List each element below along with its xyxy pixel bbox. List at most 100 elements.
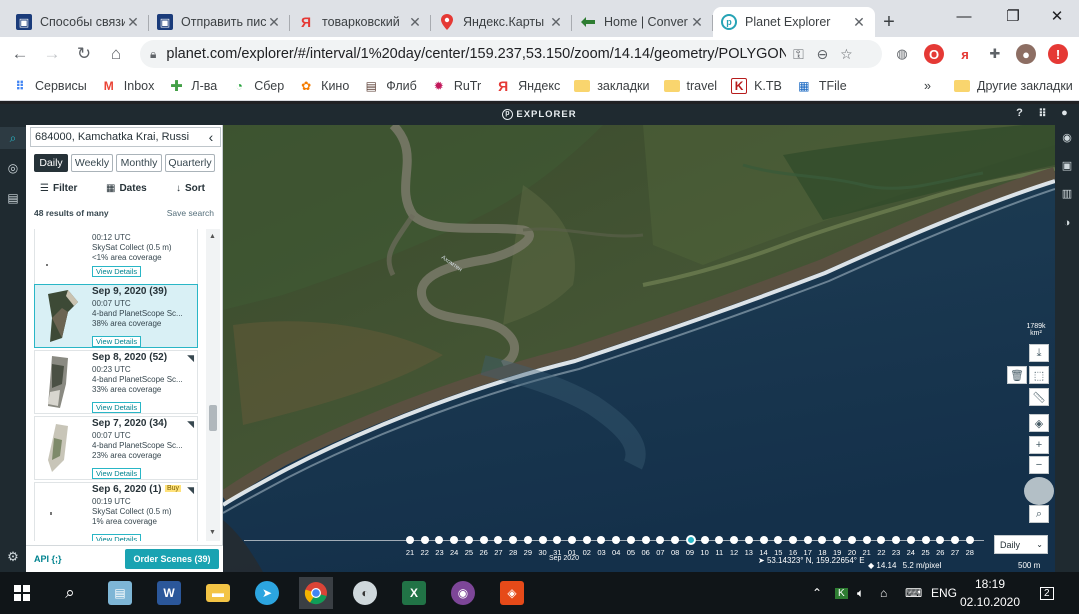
interval-weekly[interactable]: Weekly <box>71 154 113 172</box>
satellite-icon[interactable]: ◐ <box>348 577 382 609</box>
forward-icon[interactable]: → <box>36 39 68 69</box>
scroll-down-icon[interactable]: ▼ <box>209 529 216 536</box>
timeline-day-dot[interactable] <box>818 536 827 544</box>
timeline-day-dot[interactable] <box>641 536 650 544</box>
timeline-day-dot[interactable] <box>406 536 414 544</box>
result-card[interactable]: Sep 8, 2020 (52) ◥ 00:23 UTC 4-band Plan… <box>34 350 198 414</box>
compare-icon[interactable]: ▣ <box>1060 159 1074 173</box>
zoom-out-button[interactable]: − <box>1029 456 1049 474</box>
close-tab-icon[interactable]: ✕ <box>548 14 564 31</box>
reload-icon[interactable]: ↻ <box>68 39 100 69</box>
saved-icon[interactable]: ▤ <box>5 191 21 207</box>
browser-tab[interactable]: Яндекс.Карты ✕ <box>431 7 572 37</box>
apps-icon[interactable]: ⠿ <box>1036 107 1050 121</box>
close-window-button[interactable]: ✕ <box>1034 0 1079 32</box>
avatar[interactable]: ● <box>1016 44 1036 64</box>
windows-start-icon[interactable] <box>5 577 39 609</box>
timeline-day-dot[interactable] <box>774 536 783 544</box>
clock[interactable]: 18:19 02.10.2020 <box>958 575 1022 611</box>
delete-icon[interactable]: 🗑︎ <box>1007 366 1027 384</box>
update-icon[interactable]: ! <box>1048 44 1068 64</box>
yandex-ext-icon[interactable]: я <box>955 44 975 64</box>
bookmark[interactable]: K K.TB <box>731 77 782 94</box>
timeline-day-dot[interactable] <box>582 536 591 544</box>
timeline-day-dot[interactable] <box>553 536 562 544</box>
browser-tab[interactable]: ▣ Отправить пис ✕ <box>149 7 290 37</box>
timeline-day-dot[interactable] <box>951 536 959 544</box>
bookmark[interactable]: ⠿ Сервисы <box>12 78 86 94</box>
order-scenes-button[interactable]: Order Scenes (39) <box>125 549 219 569</box>
back-icon[interactable]: ← <box>4 39 36 69</box>
word-icon[interactable]: W <box>152 577 186 609</box>
timeline-day-dot[interactable] <box>936 536 945 544</box>
bookmark[interactable]: ▦ TFile <box>796 78 846 94</box>
interval-select[interactable]: Daily ⌄ <box>994 535 1048 554</box>
help-icon[interactable]: ? <box>1013 107 1027 121</box>
timeline-day-dot[interactable] <box>464 536 473 544</box>
key-icon[interactable]: ⚿ <box>786 42 810 66</box>
close-tab-icon[interactable]: ✕ <box>407 14 423 31</box>
filter-button[interactable]: ☰ Filter <box>40 183 77 194</box>
settings-gear-icon[interactable]: ⚙ <box>6 549 20 564</box>
timeline-day-dot[interactable] <box>921 536 930 544</box>
scroll-up-icon[interactable]: ▲ <box>209 233 216 240</box>
excel-icon[interactable]: X <box>397 577 431 609</box>
timeline-day-dot[interactable] <box>700 536 709 544</box>
save-search-link[interactable]: Save search <box>167 208 214 218</box>
tray-app-icon[interactable]: K <box>835 572 848 614</box>
result-card[interactable]: 00:12 UTC SkySat Collect (0.5 m) <1% are… <box>34 229 198 291</box>
timeline-day-dot[interactable] <box>597 536 606 544</box>
result-card[interactable]: Sep 6, 2020 (1) Buy ◥ 00:19 UTC SkySat C… <box>34 482 198 541</box>
result-card[interactable]: Sep 7, 2020 (34) ◥ 00:07 UTC 4-band Plan… <box>34 416 198 480</box>
timeline-day-dot[interactable] <box>509 536 518 544</box>
timeline-day-dot[interactable] <box>420 536 429 544</box>
chart-icon[interactable]: ▥ <box>1060 187 1074 201</box>
contrast-icon[interactable]: ◑ <box>1060 217 1074 231</box>
results-scrollbar[interactable]: ▲ ▼ <box>206 229 220 541</box>
close-tab-icon[interactable]: ✕ <box>851 14 867 31</box>
eye-icon[interactable]: ◉ <box>1060 131 1074 145</box>
timeline-day-dot[interactable] <box>568 536 577 544</box>
zoom-in-button[interactable]: + <box>1029 436 1049 454</box>
timeline-day-dot[interactable] <box>862 536 871 544</box>
scrollbar-thumb[interactable] <box>209 405 217 431</box>
interval-monthly[interactable]: Monthly <box>116 154 162 172</box>
download-icon[interactable]: ⤓ <box>1029 344 1049 362</box>
notifications-icon[interactable]: 2 <box>1040 572 1054 614</box>
timeline-day-dot[interactable] <box>523 536 532 544</box>
view-details-button[interactable]: View Details <box>92 468 142 479</box>
user-icon[interactable]: ● <box>1058 107 1072 121</box>
timeline-day-dot[interactable] <box>494 536 503 544</box>
interval-quarterly[interactable]: Quarterly <box>165 154 215 172</box>
timeline-day-dot[interactable] <box>744 536 753 544</box>
interval-daily[interactable]: Daily <box>34 154 68 172</box>
timeline-day-dot[interactable] <box>730 536 739 544</box>
view-details-button[interactable]: View Details <box>92 402 142 413</box>
close-tab-icon[interactable]: ✕ <box>266 14 282 31</box>
measure-icon[interactable]: 📏︎ <box>1029 388 1049 406</box>
bookmark[interactable]: Я Яндекс <box>495 78 560 94</box>
file-explorer-icon[interactable]: ▬ <box>201 577 235 609</box>
location-icon[interactable]: ◎ <box>5 161 21 177</box>
browser-tab[interactable]: Я товарковский ✕ <box>290 7 431 37</box>
timeline-day-dot[interactable] <box>965 536 974 544</box>
browser-tab[interactable]: Home | Conver ✕ <box>572 7 713 37</box>
zoom-search-icon[interactable]: ⌕ <box>1029 505 1049 523</box>
language-indicator[interactable]: ENG <box>931 572 957 614</box>
timeline-day-dot[interactable] <box>538 536 547 544</box>
bookmarks-more[interactable]: » <box>924 79 931 93</box>
bookmark[interactable]: travel <box>663 79 717 93</box>
view-details-button[interactable]: View Details <box>92 336 142 347</box>
tor-icon[interactable]: ◉ <box>446 577 480 609</box>
dates-button[interactable]: ▦ Dates <box>106 183 147 194</box>
timeline-day-dot[interactable] <box>906 536 915 544</box>
browser-tab-active[interactable]: p Planet Explorer ✕ <box>713 7 875 37</box>
satellite-map[interactable]: Ахомтен 1789k km² ⤓ 🗑︎ ⬚ 📏︎ ◈ + − ⌕ <box>223 125 1055 572</box>
bookmark[interactable]: ◔ Сбер <box>231 78 285 94</box>
chrome-icon[interactable] <box>299 577 333 609</box>
bookmark[interactable]: ▤ Флиб <box>363 78 417 94</box>
timeline-day-dot[interactable] <box>803 536 812 544</box>
globe-icon[interactable]: ◍ <box>892 44 912 64</box>
timeline-day-dot[interactable] <box>435 536 444 544</box>
url-text[interactable]: planet.com/explorer/#/interval/1%20day/c… <box>166 46 786 62</box>
